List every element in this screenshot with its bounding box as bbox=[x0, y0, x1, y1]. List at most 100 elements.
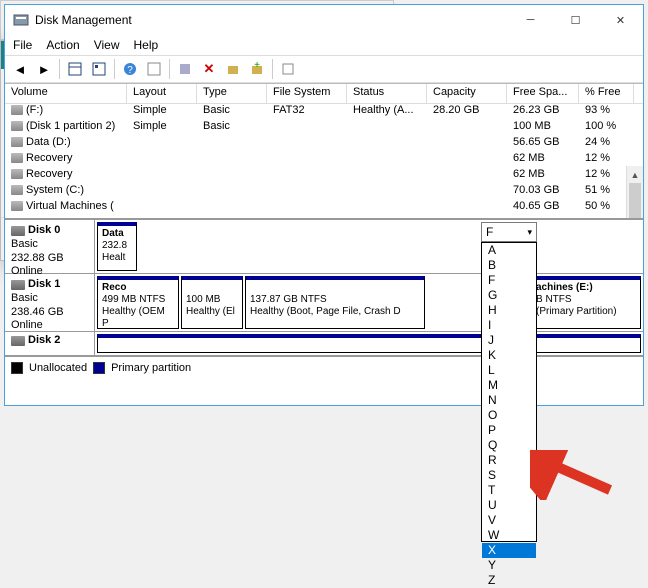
drive-letter-combo[interactable]: F ▾ bbox=[481, 222, 537, 242]
volume-grid: Volume Layout Type File System Status Ca… bbox=[5, 83, 643, 218]
disk-type: Basic bbox=[11, 238, 88, 252]
disk-name: Disk 1 bbox=[28, 278, 60, 292]
toolbar: ◄ ► ? ✕ + bbox=[5, 55, 643, 83]
scroll-up-icon[interactable]: ▲ bbox=[627, 166, 643, 183]
combo-option[interactable]: S bbox=[482, 468, 536, 483]
col-layout[interactable]: Layout bbox=[127, 84, 197, 103]
volume-row[interactable]: (F:)SimpleBasicFAT32Healthy (A...28.20 G… bbox=[5, 104, 643, 120]
combo-option[interactable]: J bbox=[482, 333, 536, 348]
combo-option[interactable]: B bbox=[482, 258, 536, 273]
forward-button[interactable]: ► bbox=[33, 58, 55, 80]
combo-option[interactable]: I bbox=[482, 318, 536, 333]
grid-scrollbar[interactable]: ▲ ▼ bbox=[626, 166, 643, 218]
combo-option[interactable]: L bbox=[482, 363, 536, 378]
volume-row[interactable]: Recovery62 MB12 % bbox=[5, 168, 643, 184]
help-button[interactable]: ? bbox=[119, 58, 141, 80]
refresh-button[interactable] bbox=[143, 58, 165, 80]
combo-value: F bbox=[486, 225, 493, 239]
volume-row[interactable]: System (C:)70.03 GB51 % bbox=[5, 184, 643, 200]
legend: Unallocated Primary partition bbox=[5, 356, 643, 378]
back-button[interactable]: ◄ bbox=[9, 58, 31, 80]
part-title: Data bbox=[102, 228, 124, 239]
legend-primary-label: Primary partition bbox=[111, 362, 191, 374]
legend-unalloc-label: Unallocated bbox=[29, 362, 87, 374]
combo-option[interactable]: R bbox=[482, 453, 536, 468]
combo-option[interactable]: P bbox=[482, 423, 536, 438]
legend-primary-swatch bbox=[93, 362, 105, 374]
minimize-button[interactable]: ─ bbox=[508, 5, 553, 35]
part-status: Healt bbox=[102, 252, 125, 263]
menu-file[interactable]: File bbox=[13, 38, 32, 52]
action1-button[interactable] bbox=[222, 58, 244, 80]
combo-option[interactable]: U bbox=[482, 498, 536, 513]
titlebar[interactable]: Disk Management ─ ☐ ✕ bbox=[5, 5, 643, 35]
combo-option[interactable]: Q bbox=[482, 438, 536, 453]
disk-type: Basic bbox=[11, 292, 88, 306]
svg-text:+: + bbox=[254, 62, 260, 71]
partition[interactable]: 100 MBHealthy (El bbox=[181, 276, 243, 329]
partition[interactable]: Data 232.8 Healt bbox=[97, 222, 137, 271]
combo-option[interactable]: A bbox=[482, 243, 536, 258]
drive-letter-dropdown[interactable]: ABFGHIJKLMNOPQRSTUVWXYZ bbox=[481, 242, 537, 542]
volume-row[interactable]: (Disk 1 partition 2)SimpleBasic100 MB100… bbox=[5, 120, 643, 136]
col-capacity[interactable]: Capacity bbox=[427, 84, 507, 103]
delete-button[interactable]: ✕ bbox=[198, 58, 220, 80]
action3-button[interactable] bbox=[277, 58, 299, 80]
part-sub: 232.8 bbox=[102, 240, 127, 251]
chevron-down-icon: ▾ bbox=[527, 227, 532, 238]
combo-option[interactable]: X bbox=[482, 543, 536, 558]
scroll-thumb[interactable] bbox=[629, 183, 641, 218]
view-button[interactable] bbox=[64, 58, 86, 80]
combo-option[interactable]: Z bbox=[482, 573, 536, 588]
volume-row[interactable]: Virtual Machines (40.65 GB50 % bbox=[5, 200, 643, 216]
col-free[interactable]: Free Spa... bbox=[507, 84, 579, 103]
disk-size: 232.88 GB bbox=[11, 252, 88, 266]
close-button[interactable]: ✕ bbox=[598, 5, 643, 35]
disk-name: Disk 0 bbox=[28, 224, 60, 238]
disk-row-1: Disk 1 Basic 238.46 GB Online Reco499 MB… bbox=[5, 274, 643, 332]
combo-option[interactable]: O bbox=[482, 408, 536, 423]
volume-row[interactable]: Recovery62 MB12 % bbox=[5, 152, 643, 168]
menu-action[interactable]: Action bbox=[46, 38, 79, 52]
col-type[interactable]: Type bbox=[197, 84, 267, 103]
col-volume[interactable]: Volume bbox=[5, 84, 127, 103]
disk-label-0[interactable]: Disk 0 Basic 232.88 GB Online bbox=[5, 220, 95, 273]
maximize-button[interactable]: ☐ bbox=[553, 5, 598, 35]
action2-button[interactable]: + bbox=[246, 58, 268, 80]
partition[interactable]: Reco499 MB NTFSHealthy (OEM P bbox=[97, 276, 179, 329]
combo-option[interactable]: Y bbox=[482, 558, 536, 573]
combo-option[interactable]: M bbox=[482, 378, 536, 393]
menu-view[interactable]: View bbox=[94, 38, 120, 52]
disk-area: Disk 0 Basic 232.88 GB Online Data 232.8… bbox=[5, 218, 643, 383]
volume-row[interactable]: Data (D:)56.65 GB24 % bbox=[5, 136, 643, 152]
combo-option[interactable]: K bbox=[482, 348, 536, 363]
col-pct[interactable]: % Free bbox=[579, 84, 634, 103]
annotation-arrow bbox=[530, 450, 620, 500]
col-fs[interactable]: File System bbox=[267, 84, 347, 103]
disk-size: 238.46 GB bbox=[11, 306, 88, 320]
disk-state: Online bbox=[11, 319, 88, 333]
disk-label-2[interactable]: Disk 2 bbox=[5, 332, 95, 355]
menu-bar: File Action View Help bbox=[5, 35, 643, 55]
partition[interactable] bbox=[97, 334, 641, 353]
settings-button[interactable] bbox=[174, 58, 196, 80]
combo-option[interactable]: T bbox=[482, 483, 536, 498]
col-status[interactable]: Status bbox=[347, 84, 427, 103]
partition[interactable]: 137.87 GB NTFSHealthy (Boot, Page File, … bbox=[245, 276, 425, 329]
combo-option[interactable]: W bbox=[482, 528, 536, 543]
disk-label-1[interactable]: Disk 1 Basic 238.46 GB Online bbox=[5, 274, 95, 331]
window-title: Disk Management bbox=[35, 13, 132, 27]
combo-option[interactable]: V bbox=[482, 513, 536, 528]
partition[interactable]: achines (E:)B NTFS(Primary Partition) bbox=[531, 276, 641, 329]
combo-option[interactable]: N bbox=[482, 393, 536, 408]
grid-header: Volume Layout Type File System Status Ca… bbox=[5, 84, 643, 104]
menu-help[interactable]: Help bbox=[134, 38, 159, 52]
combo-option[interactable]: H bbox=[482, 303, 536, 318]
disk-name: Disk 2 bbox=[28, 334, 60, 348]
combo-option[interactable]: G bbox=[482, 288, 536, 303]
properties-button[interactable] bbox=[88, 58, 110, 80]
combo-option[interactable]: F bbox=[482, 273, 536, 288]
disk-row-0: Disk 0 Basic 232.88 GB Online Data 232.8… bbox=[5, 220, 643, 274]
svg-text:?: ? bbox=[127, 65, 133, 76]
disk-row-2: Disk 2 bbox=[5, 332, 643, 356]
